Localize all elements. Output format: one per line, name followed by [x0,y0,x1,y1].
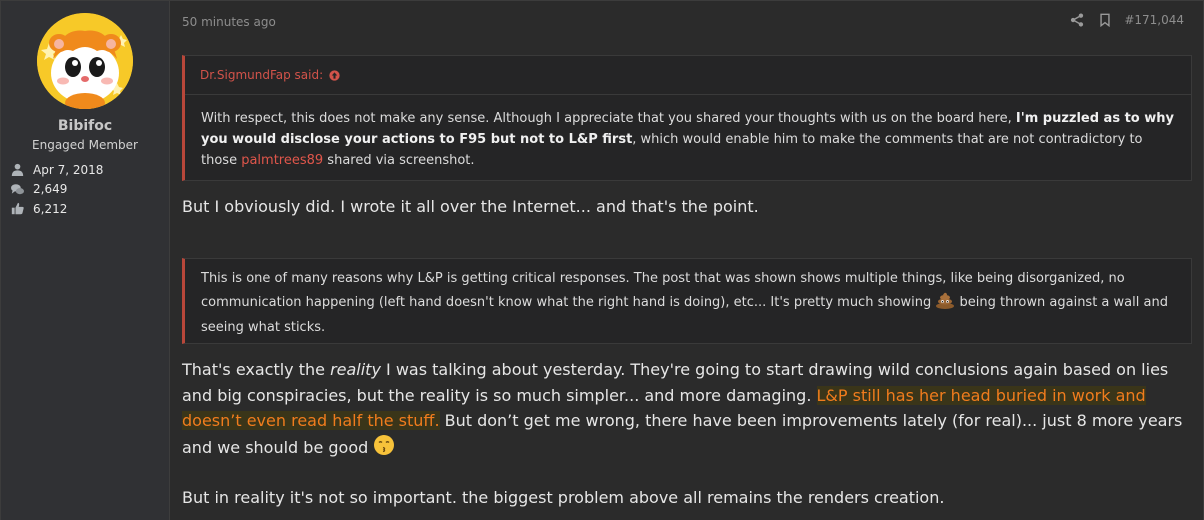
user-mention-link[interactable]: palmtrees89 [241,153,323,168]
stat-joined-value: Apr 7, 2018 [33,162,104,177]
post-actions: #171,044 [1070,13,1184,27]
bookmark-icon[interactable] [1098,13,1112,27]
poop-emoji [935,291,955,318]
user-icon [11,164,24,177]
quote-author[interactable]: Dr.SigmundFap said: [200,68,323,82]
quote-text-1: With respect, this does not make any sen… [201,111,1016,126]
comments-icon [11,183,24,194]
post-paragraph-3: But in reality it's not so important. th… [182,488,945,507]
user-avatar[interactable] [37,13,133,109]
kissing-emoji [373,434,395,464]
quote-text-3: shared via screenshot. [323,153,475,168]
stat-reactions: 6,212 [11,199,103,219]
post-line-1: But I obviously did. I wrote it all over… [182,197,759,216]
quote-body-2: This is one of many reasons why L&P is g… [201,268,1176,340]
quote-header[interactable]: Dr.SigmundFap said: [200,68,340,82]
forum-post: Bibifoc Engaged Member Apr 7, 2018 2,649… [0,0,1204,520]
user-title: Engaged Member [32,138,138,152]
share-icon[interactable] [1070,13,1084,27]
post-content: 50 minutes ago #171,044 Dr.SigmundFap sa… [182,1,1194,520]
user-stats: Apr 7, 2018 2,649 6,212 [11,160,103,219]
quote-block: Dr.SigmundFap said: With respect, this d… [182,55,1192,181]
stat-joined: Apr 7, 2018 [11,160,103,180]
user-sidebar: Bibifoc Engaged Member Apr 7, 2018 2,649… [1,1,170,520]
quote-block-2: This is one of many reasons why L&P is g… [182,258,1192,344]
thumbs-up-icon [11,203,24,215]
username[interactable]: Bibifoc [1,118,169,134]
stat-reactions-value: 6,212 [33,201,68,216]
arrow-up-circle-icon[interactable] [329,69,340,81]
para2-italic: reality [330,360,381,379]
post-timestamp[interactable]: 50 minutes ago [182,15,276,29]
post-paragraph-2: That's exactly the reality I was talking… [182,357,1194,463]
stat-messages-value: 2,649 [33,182,68,197]
post-number-link[interactable]: #171,044 [1124,13,1184,27]
stat-messages: 2,649 [11,180,103,200]
quote-divider [185,94,1191,95]
quote-body: With respect, this does not make any sen… [201,108,1176,171]
hamster-avatar-image [37,13,133,109]
para2-text-1: That's exactly the [182,360,331,379]
